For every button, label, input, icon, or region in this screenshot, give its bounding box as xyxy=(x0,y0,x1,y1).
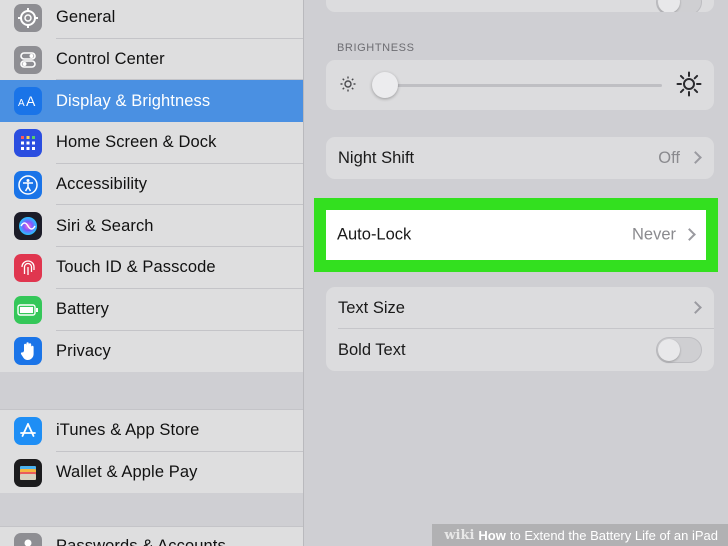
brightness-slider-track[interactable] xyxy=(376,84,662,87)
accessibility-icon xyxy=(14,170,42,199)
text-size-row[interactable]: Text Size xyxy=(326,287,714,329)
bold-text-label: Bold Text xyxy=(338,340,406,359)
hand-icon xyxy=(14,337,42,366)
svg-text:A: A xyxy=(26,93,36,109)
chevron-right-icon xyxy=(689,301,702,314)
auto-lock-value: Never xyxy=(631,225,676,244)
key-icon xyxy=(14,532,42,546)
fingerprint-icon xyxy=(14,253,42,282)
settings-sidebar: General Control Center AA Display & Brig… xyxy=(0,0,304,546)
watermark-how: How xyxy=(478,527,506,543)
brightness-card xyxy=(326,60,714,110)
siri-icon xyxy=(14,212,42,241)
chevron-right-icon xyxy=(683,228,696,241)
watermark-title: to Extend the Battery Life of an iPad xyxy=(509,527,718,543)
sidebar-item-accessibility[interactable]: Accessibility xyxy=(0,164,303,206)
night-shift-row[interactable]: Night Shift Off xyxy=(326,137,714,179)
text-size-label: Text Size xyxy=(338,298,405,317)
sidebar-item-itunes-app-store[interactable]: iTunes & App Store xyxy=(0,410,303,452)
gear-icon xyxy=(14,3,42,32)
wikihow-watermark: wiki How to Extend the Battery Life of an… xyxy=(432,524,728,546)
battery-icon xyxy=(14,295,42,324)
night-shift-value: Off xyxy=(658,148,680,167)
auto-lock-label: Auto-Lock xyxy=(337,225,412,244)
sidebar-item-touch-id-passcode[interactable]: Touch ID & Passcode xyxy=(0,247,303,289)
app-grid-icon xyxy=(14,128,42,157)
sidebar-group-main: General Control Center AA Display & Brig… xyxy=(0,0,303,373)
sidebar-item-display-brightness[interactable]: AA Display & Brightness xyxy=(0,80,303,123)
toggle-knob xyxy=(658,339,680,361)
app-store-icon xyxy=(14,416,42,445)
sidebar-item-label: Home Screen & Dock xyxy=(56,133,217,152)
brightness-section-label: BRIGHTNESS xyxy=(337,42,415,54)
display-brightness-panel: BRIGHTNESS Night Shift Off Auto-Lock Nev… xyxy=(304,0,728,546)
sidebar-item-label: Wallet & Apple Pay xyxy=(56,463,198,482)
auto-lock-highlight: Auto-Lock Never xyxy=(314,198,718,272)
sidebar-item-home-screen-dock[interactable]: Home Screen & Dock xyxy=(0,122,303,164)
wallet-icon xyxy=(14,458,42,487)
chevron-right-icon xyxy=(689,151,702,164)
sidebar-item-label: General xyxy=(56,8,116,27)
auto-lock-row[interactable]: Auto-Lock Never xyxy=(326,210,706,260)
sidebar-item-passwords-accounts[interactable]: Passwords & Accounts xyxy=(0,526,303,546)
svg-text:A: A xyxy=(18,98,25,109)
sidebar-item-battery[interactable]: Battery xyxy=(0,289,303,331)
brightness-slider-thumb[interactable] xyxy=(371,72,398,98)
sidebar-item-privacy[interactable]: Privacy xyxy=(0,331,303,373)
sidebar-item-label: Privacy xyxy=(56,341,111,360)
sun-small-icon xyxy=(339,75,357,98)
night-shift-card: Night Shift Off xyxy=(326,137,714,179)
sidebar-item-label: Passwords & Accounts xyxy=(56,537,226,546)
sidebar-item-wallet-apple-pay[interactable]: Wallet & Apple Pay xyxy=(0,452,303,494)
settings-card-top xyxy=(326,0,714,12)
night-shift-label: Night Shift xyxy=(338,148,415,167)
toggle-knob xyxy=(658,0,680,12)
sidebar-item-label: Touch ID & Passcode xyxy=(56,258,216,277)
sidebar-item-general[interactable]: General xyxy=(0,0,303,39)
sun-large-icon xyxy=(676,71,702,102)
sidebar-item-label: iTunes & App Store xyxy=(56,421,200,440)
bold-text-toggle[interactable] xyxy=(656,337,702,363)
watermark-wiki: wiki xyxy=(444,527,475,543)
sidebar-item-label: Display & Brightness xyxy=(56,91,211,110)
toggles-icon xyxy=(14,45,42,74)
sidebar-group-stores: iTunes & App Store Wallet & Apple Pay xyxy=(0,409,303,494)
sidebar-item-siri-search[interactable]: Siri & Search xyxy=(0,205,303,248)
sidebar-item-label: Control Center xyxy=(56,50,165,69)
sidebar-item-label: Battery xyxy=(56,300,109,319)
text-options-card: Text Size Bold Text xyxy=(326,287,714,371)
sidebar-item-control-center[interactable]: Control Center xyxy=(0,39,303,81)
bold-text-row: Bold Text xyxy=(326,329,714,371)
toggle-switch[interactable] xyxy=(656,0,702,12)
text-size-icon: AA xyxy=(14,87,42,116)
sidebar-group-accounts: Passwords & Accounts xyxy=(0,526,303,546)
sidebar-item-label: Siri & Search xyxy=(56,216,154,235)
sidebar-item-label: Accessibility xyxy=(56,175,148,194)
